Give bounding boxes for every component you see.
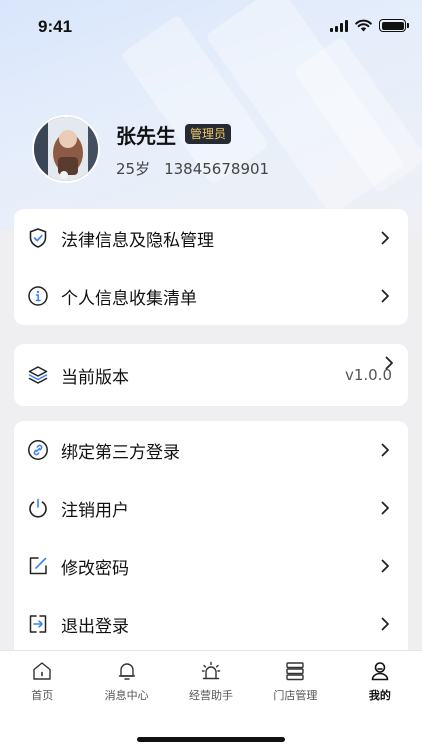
avatar[interactable] [32,115,100,183]
legal-privacy-card: 法律信息及隐私管理 个人信息收集清单 [14,209,408,325]
info-circle-icon [26,284,50,308]
tab-mine[interactable]: 我的 [338,651,422,709]
tab-label: 消息中心 [104,689,149,702]
tab-label: 经营助手 [189,689,234,702]
menu-item-label: 个人信息收集清单 [61,288,197,309]
menu-item-change-password[interactable]: 修改密码 [14,537,408,595]
home-icon [33,662,51,680]
menu-item-bind-third-party[interactable]: 绑定第三方登录 [14,421,408,479]
menu-item-legal-privacy[interactable]: 法律信息及隐私管理 [14,209,408,267]
menu-item-logout[interactable]: 退出登录 [14,595,408,653]
cellular-signal-icon [330,19,348,32]
link-icon [26,438,50,462]
alarm-light-icon [201,661,221,680]
tab-business-assistant[interactable]: 经营助手 [169,651,253,709]
user-age: 25岁 [116,159,151,178]
chevron-right-icon [380,559,392,573]
status-time: 9:41 [38,17,73,36]
menu-item-label: 当前版本 [61,367,129,388]
menu-item-label: 法律信息及隐私管理 [61,230,214,251]
user-profile[interactable]: 张先生 管理员 25岁 13845678901 [32,115,269,183]
account-actions-card: 绑定第三方登录 注销用户 修改密码 退出登录 [14,421,408,666]
role-badge: 管理员 [185,124,232,144]
edit-icon [26,554,50,578]
menu-item-personal-info-list[interactable]: 个人信息收集清单 [14,267,408,325]
profile-info: 张先生 管理员 25岁 13845678901 [116,120,269,179]
chevron-right-icon [384,355,394,374]
home-indicator [137,737,285,742]
wifi-icon [355,19,372,32]
chevron-right-icon [380,443,392,457]
shield-check-icon [26,226,50,250]
server-stack-icon [286,662,305,681]
bell-icon [118,663,135,680]
version-card: 当前版本 v1.0.0 [14,344,408,406]
battery-icon [379,19,409,32]
power-icon [26,496,50,520]
user-icon [371,662,389,681]
user-phone: 13845678901 [164,159,270,178]
tab-label: 我的 [368,689,391,702]
user-name: 张先生 [116,123,176,148]
tab-messages[interactable]: 消息中心 [84,651,168,709]
chevron-right-icon [380,501,392,515]
menu-item-current-version[interactable]: 当前版本 v1.0.0 [14,344,408,406]
tab-home[interactable]: 首页 [0,651,84,709]
avatar-image [34,117,98,181]
chevron-right-icon [380,289,392,303]
layers-icon [26,363,50,387]
menu-item-label: 修改密码 [61,558,129,579]
chevron-right-icon [380,231,392,245]
menu-item-label: 退出登录 [61,616,129,637]
menu-item-label: 绑定第三方登录 [61,442,180,463]
menu-item-label: 注销用户 [61,500,129,521]
tab-label: 首页 [31,689,54,702]
logout-icon [26,612,50,636]
tab-label: 门店管理 [273,689,318,702]
menu-item-deactivate-user[interactable]: 注销用户 [14,479,408,537]
status-icons [330,19,409,32]
tab-store-management[interactable]: 门店管理 [253,651,337,709]
status-bar: 9:41 [0,0,422,54]
bottom-tab-bar: 首页 消息中心 经营助手 门店管理 我的 [0,650,422,750]
chevron-right-icon [380,617,392,631]
